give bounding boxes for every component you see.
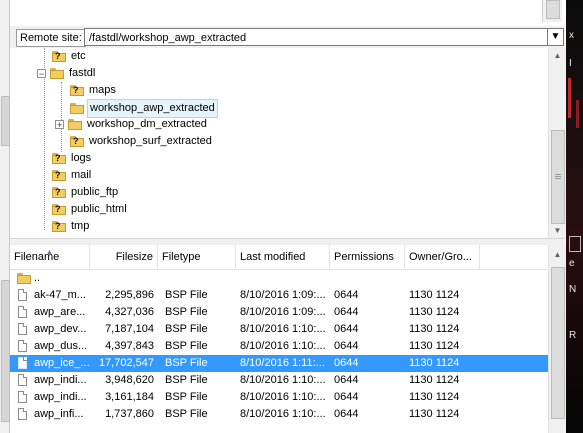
side-glyph: N [569, 284, 577, 295]
tree-scrollbar-thumb[interactable] [551, 130, 565, 224]
column-permissions[interactable]: Permissions [330, 245, 405, 269]
tree-item[interactable]: workshop_awp_extracted [70, 99, 218, 118]
chevron-down-icon: ▼ [550, 31, 561, 42]
tree-item[interactable]: − fastdl [37, 65, 97, 82]
decor-box [569, 236, 581, 252]
file-icon [18, 323, 27, 335]
folder-unknown-icon: ? [52, 169, 66, 181]
tree-item[interactable]: ? maps [70, 82, 118, 99]
log-scrollbar[interactable] [542, 0, 562, 22]
folder-icon [68, 118, 82, 130]
file-list-scrollbar[interactable]: ▲ [548, 245, 566, 433]
file-list-scrollbar-thumb[interactable] [551, 267, 565, 419]
local-tree-scrollbar-thumb[interactable] [1, 96, 10, 146]
log-scrollbar-thumb[interactable] [546, 0, 560, 19]
file-list-header: ▲ Filename Filesize Filetype Last modifi… [10, 245, 548, 270]
collapse-icon[interactable]: − [37, 68, 46, 78]
background-app-edge: x I e N R [566, 0, 583, 433]
column-owner-group[interactable]: Owner/Gro... [405, 245, 480, 269]
tree-item[interactable]: ? public_ftp [52, 184, 120, 201]
remote-file-list[interactable]: ▲ Filename Filesize Filetype Last modifi… [10, 245, 548, 433]
column-last-modified[interactable]: Last modified [236, 245, 330, 269]
decor-red-bar [568, 78, 571, 118]
folder-icon [17, 273, 31, 284]
scroll-down-icon[interactable]: ▼ [549, 223, 566, 238]
remote-site-label: Remote site: [16, 29, 86, 47]
tree-item[interactable]: ? workshop_surf_extracted [70, 133, 214, 150]
expand-icon[interactable]: + [55, 119, 64, 129]
folder-unknown-icon: ? [52, 152, 66, 164]
file-icon [18, 340, 27, 352]
file-icon [18, 374, 27, 386]
folder-unknown-icon: ? [70, 84, 84, 96]
side-glyph: x [569, 30, 574, 41]
local-pane-edge [0, 0, 10, 433]
tree-item[interactable]: ? mail [52, 167, 93, 184]
tree-item[interactable]: ? etc [52, 48, 88, 65]
column-filename[interactable]: ▲ Filename [10, 245, 90, 269]
side-glyph: e [569, 258, 575, 269]
folder-unknown-icon: ? [52, 203, 66, 215]
remote-directory-tree[interactable]: ? etc − fastdl ? maps workshop_awp_extracte… [10, 48, 548, 238]
folder-open-icon [50, 67, 64, 79]
scroll-up-icon[interactable]: ▲ [549, 48, 566, 63]
column-filetype[interactable]: Filetype [158, 245, 236, 269]
parent-directory-row[interactable]: .. [10, 270, 548, 287]
tree-item[interactable]: ? logs [52, 150, 93, 167]
remote-site-bar: Remote site: /fastdl/workshop_awp_extrac… [10, 26, 565, 48]
side-glyph: I [569, 58, 572, 69]
table-row[interactable]: awp_indi... 3,948,620 BSP File 8/10/2016… [10, 372, 548, 389]
table-row-selected[interactable]: awp_ice_... 17,702,547 BSP File 8/10/201… [10, 355, 548, 372]
scroll-up-icon[interactable]: ▲ [549, 247, 566, 262]
folder-unknown-icon: ? [70, 135, 84, 147]
tree-scrollbar[interactable]: ▲ ▼ [548, 48, 566, 238]
file-icon [18, 289, 27, 301]
remote-path-input[interactable]: /fastdl/workshop_awp_extracted [84, 28, 548, 46]
table-row[interactable]: awp_indi... 3,161,184 BSP File 8/10/2016… [10, 389, 548, 406]
tree-item[interactable]: + workshop_dm_extracted [55, 116, 209, 133]
tree-item[interactable]: ? public_html [52, 201, 129, 218]
file-icon [18, 391, 27, 403]
folder-unknown-icon: ? [52, 220, 66, 232]
decor-red-bar [576, 100, 579, 128]
table-row[interactable]: awp_dev... 7,187,104 BSP File 8/10/2016 … [10, 321, 548, 338]
folder-unknown-icon: ? [52, 186, 66, 198]
remote-path-dropdown-button[interactable]: ▼ [548, 28, 564, 46]
sort-ascending-icon: ▲ [46, 249, 53, 256]
column-filesize[interactable]: Filesize [90, 245, 158, 269]
file-icon [18, 357, 27, 369]
tree-item[interactable]: ? tmp [52, 218, 91, 235]
table-row[interactable]: awp_infi... 1,737,860 BSP File 8/10/2016… [10, 406, 548, 423]
table-row[interactable]: awp_are... 4,327,036 BSP File 8/10/2016 … [10, 304, 548, 321]
local-list-scrollbar-thumb[interactable] [1, 280, 10, 422]
side-glyph: R [569, 330, 577, 341]
table-row[interactable]: awp_dus... 4,397,843 BSP File 8/10/2016 … [10, 338, 548, 355]
folder-unknown-icon: ? [52, 50, 66, 62]
folder-icon [70, 102, 84, 114]
file-icon [18, 306, 27, 318]
table-row[interactable]: ak-47_m... 2,295,896 BSP File 8/10/2016 … [10, 287, 548, 304]
file-icon [18, 408, 27, 420]
